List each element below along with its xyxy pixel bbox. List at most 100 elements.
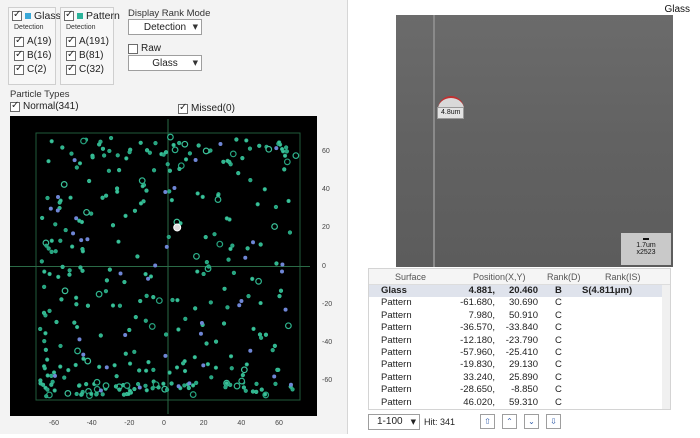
particle-point	[272, 374, 277, 379]
particle-point	[38, 326, 43, 332]
next-page-button[interactable]: ⌄	[524, 414, 539, 429]
table-row[interactable]: Pattern -36.570, -33.840 C	[369, 322, 670, 334]
particle-point	[104, 193, 109, 198]
table-row[interactable]: Pattern -19.830, 29.130 C	[369, 359, 670, 371]
table-scrollbar[interactable]	[662, 285, 670, 409]
particle-point	[55, 208, 60, 213]
particle-point	[236, 171, 241, 176]
particle-point	[167, 189, 172, 194]
table-row[interactable]: Pattern -28.650, -8.850 C	[369, 384, 670, 396]
particle-point	[102, 153, 107, 158]
particle-point	[77, 337, 82, 342]
particle-point	[67, 268, 72, 273]
table-row[interactable]: Glass 4.881, 20.460 B S(4.811μm)	[369, 285, 670, 298]
particle-point	[200, 194, 205, 199]
particle-point	[74, 391, 79, 397]
particle-point	[282, 153, 288, 158]
particle-point	[69, 151, 74, 156]
particle-point	[237, 303, 242, 308]
particle-point	[151, 295, 156, 300]
particle-point	[100, 195, 105, 200]
defect-image[interactable]: 4.8um 1.7um x2523	[396, 15, 673, 267]
particle-point	[138, 201, 144, 206]
particle-point	[108, 135, 114, 141]
particle-point	[240, 156, 245, 161]
particle-point	[283, 307, 288, 312]
particle-point	[254, 389, 259, 394]
particle-point	[229, 366, 234, 371]
prev-page-button[interactable]: ⌃	[502, 414, 517, 429]
particle-point	[49, 373, 54, 378]
cell-rank-d: C	[555, 384, 562, 396]
particle-point	[262, 187, 267, 192]
particle-point	[104, 278, 109, 283]
table-row[interactable]: Pattern 7.980, 50.910 C	[369, 310, 670, 322]
particle-map-plot[interactable]	[0, 0, 348, 434]
particle-point	[257, 143, 262, 148]
particle-point	[226, 257, 231, 262]
particle-point	[46, 246, 51, 251]
particle-point	[166, 234, 171, 240]
table-row[interactable]: Pattern -57.960, -25.410 C	[369, 347, 670, 359]
particle-point	[80, 268, 85, 273]
particle-point	[151, 168, 157, 173]
particle-point	[42, 269, 47, 274]
particle-point	[113, 384, 119, 389]
particle-point	[94, 392, 99, 397]
particle-point	[230, 243, 235, 248]
column-header-position[interactable]: Position(X,Y)	[473, 269, 526, 285]
particle-point	[115, 153, 120, 158]
particle-point	[110, 223, 116, 228]
particle-point	[231, 270, 237, 275]
particle-point	[133, 315, 138, 320]
particle-point	[216, 193, 221, 198]
table-row[interactable]: Pattern 46.020, 59.310 C	[369, 397, 670, 409]
x-tick-label: -20	[124, 420, 135, 427]
particle-point	[107, 148, 112, 154]
particle-point	[221, 321, 227, 326]
table-row[interactable]: Pattern 33.240, 25.890 C	[369, 372, 670, 384]
particle-point	[70, 244, 75, 249]
particle-point	[123, 382, 131, 389]
particle-point	[144, 388, 149, 393]
particle-point	[146, 359, 151, 365]
particle-point	[278, 288, 284, 293]
cell-position-x: -36.570,	[460, 322, 495, 334]
table-row[interactable]: Pattern -12.180, -23.790 C	[369, 335, 670, 347]
particle-point	[286, 198, 291, 204]
particle-point	[174, 365, 180, 370]
particle-point	[177, 166, 182, 172]
cell-surface: Pattern	[381, 384, 412, 396]
particle-point	[62, 375, 67, 380]
particle-point	[60, 145, 65, 150]
particle-point	[49, 238, 54, 243]
particle-point	[274, 146, 279, 151]
cell-rank-d: C	[555, 297, 562, 309]
column-header-rank-d[interactable]: Rank(D)	[547, 269, 581, 285]
particle-point	[255, 202, 260, 207]
particle-point	[175, 298, 180, 303]
particle-point	[45, 387, 50, 392]
particle-point	[254, 381, 259, 386]
particle-point	[46, 159, 51, 164]
particle-point	[172, 186, 177, 191]
double-chevron-up-icon: ⇧	[484, 417, 491, 426]
last-page-button[interactable]: ⇩	[546, 414, 561, 429]
particle-point	[84, 357, 92, 365]
column-header-surface[interactable]: Surface	[395, 269, 426, 285]
cell-position-x: -19.830,	[460, 359, 495, 371]
cell-position-y: 50.910	[508, 309, 538, 321]
particle-point	[198, 331, 203, 336]
particle-point	[170, 297, 175, 303]
particle-point	[283, 158, 291, 166]
table-row[interactable]: Pattern -61.680, 30.690 C	[369, 297, 670, 309]
page-range-dropdown[interactable]: 1-100 ▼	[368, 414, 420, 430]
particle-point	[140, 184, 145, 189]
particle-point	[150, 386, 155, 391]
first-page-button[interactable]: ⇧	[480, 414, 495, 429]
table-header: Surface Position(X,Y) Rank(D) Rank(IS)	[369, 269, 670, 285]
particle-point	[60, 264, 65, 269]
scale-bar-icon	[643, 238, 649, 240]
particle-point	[93, 378, 101, 386]
column-header-rank-is[interactable]: Rank(IS)	[605, 269, 641, 285]
